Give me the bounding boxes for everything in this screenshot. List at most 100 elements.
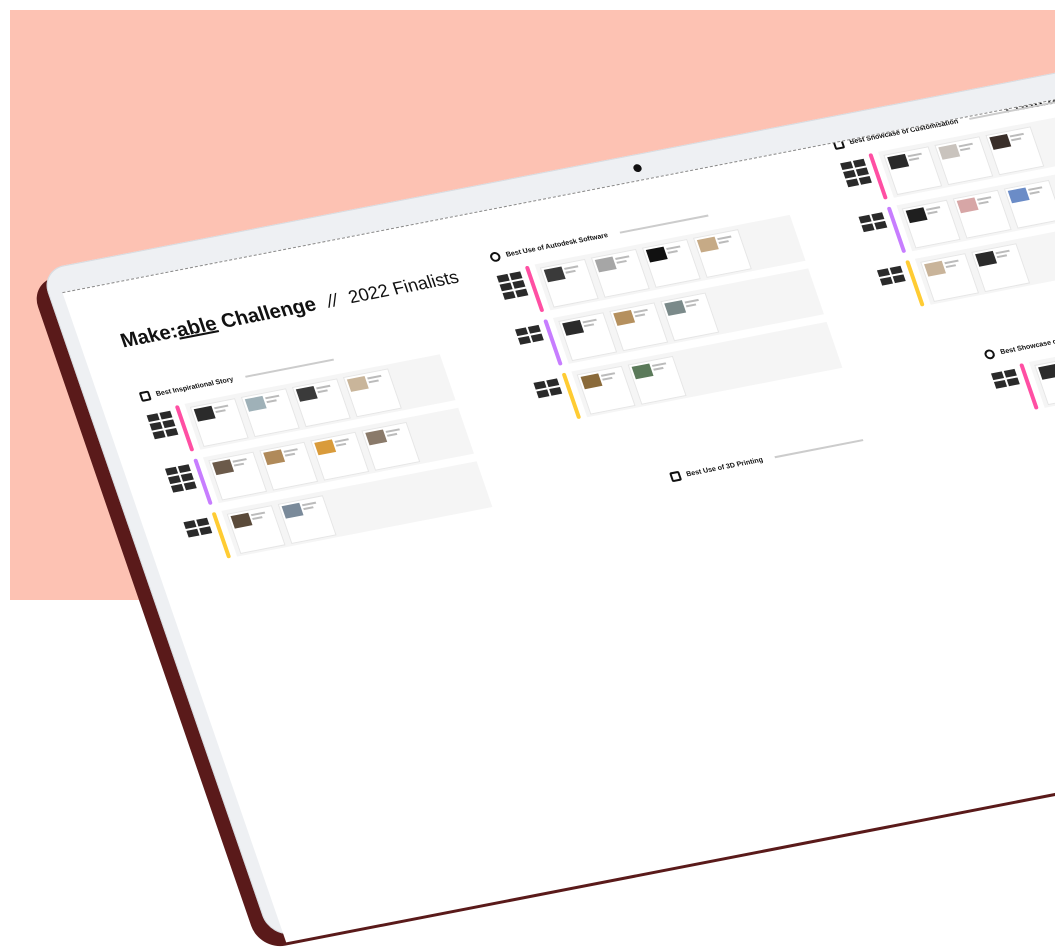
avatar bbox=[196, 517, 210, 527]
text-line bbox=[385, 428, 400, 433]
project-thumbnail bbox=[887, 153, 910, 170]
project-thumbnail bbox=[938, 143, 961, 160]
finalist-card[interactable] bbox=[342, 368, 402, 418]
text-line bbox=[616, 259, 627, 264]
finalist-card[interactable] bbox=[310, 431, 370, 481]
avatar bbox=[861, 223, 875, 233]
avatar-grid bbox=[146, 410, 181, 440]
project-thumbnail bbox=[346, 376, 369, 392]
text-line bbox=[583, 323, 595, 328]
finalist-card[interactable] bbox=[692, 229, 752, 278]
text-line bbox=[600, 372, 616, 377]
text-line bbox=[634, 313, 646, 318]
finalist-card[interactable] bbox=[883, 146, 943, 196]
avatar bbox=[846, 178, 860, 188]
section-note bbox=[969, 100, 1055, 120]
finalist-card[interactable] bbox=[277, 495, 337, 545]
project-thumbnail bbox=[1007, 187, 1030, 204]
avatar bbox=[149, 421, 163, 431]
text-line bbox=[334, 438, 349, 443]
text-line bbox=[717, 235, 732, 241]
text-line bbox=[667, 250, 678, 254]
finalist-card[interactable] bbox=[985, 126, 1045, 176]
text-line bbox=[908, 157, 920, 162]
finalist-card[interactable] bbox=[558, 312, 618, 362]
finalist-card[interactable] bbox=[934, 136, 994, 186]
autodesk-icon bbox=[488, 251, 502, 263]
section-customisation: Best Showcase of Customisation bbox=[832, 81, 1055, 312]
avatar bbox=[496, 273, 510, 283]
section-label: Best Showcase of Ne bbox=[999, 335, 1055, 356]
avatar-grid bbox=[515, 324, 546, 345]
section-note bbox=[619, 214, 709, 234]
circle-icon bbox=[983, 348, 997, 361]
avatar bbox=[146, 413, 160, 423]
finalist-card[interactable] bbox=[660, 292, 720, 342]
text-line bbox=[1009, 132, 1025, 138]
finalist-card[interactable] bbox=[952, 189, 1012, 239]
avatar bbox=[840, 161, 854, 171]
project-thumbnail bbox=[613, 309, 636, 326]
text-line bbox=[283, 448, 298, 453]
section-note bbox=[774, 439, 864, 459]
project-thumbnail bbox=[314, 439, 337, 456]
avatar bbox=[527, 324, 541, 334]
avatar bbox=[183, 481, 197, 491]
avatar bbox=[536, 389, 550, 399]
avatar-grid bbox=[533, 378, 564, 399]
finalist-card[interactable] bbox=[291, 378, 351, 428]
avatar bbox=[533, 380, 547, 390]
text-line bbox=[996, 254, 1008, 259]
avatar bbox=[858, 214, 872, 224]
finalist-card[interactable] bbox=[539, 258, 599, 308]
finalist-card[interactable] bbox=[609, 302, 669, 352]
finalist-card[interactable] bbox=[361, 421, 421, 471]
avatar bbox=[183, 520, 197, 529]
finalist-card[interactable] bbox=[259, 441, 319, 491]
section-label: Best Use of 3D Printing bbox=[685, 456, 764, 478]
project-thumbnail bbox=[645, 246, 668, 263]
avatar-grid bbox=[858, 212, 890, 233]
project-thumbnail bbox=[924, 260, 946, 277]
avatar bbox=[990, 371, 1005, 381]
text-line bbox=[316, 384, 331, 390]
project-thumbnail bbox=[631, 363, 654, 380]
avatar bbox=[876, 268, 891, 277]
avatar bbox=[843, 169, 857, 179]
finalist-card[interactable] bbox=[920, 253, 980, 303]
text-line bbox=[233, 462, 245, 467]
section-autodesk-software: Best Use of Autodesk Software bbox=[488, 194, 843, 425]
finalist-card[interactable] bbox=[590, 248, 650, 298]
project-thumbnail bbox=[263, 449, 286, 466]
finalist-card[interactable] bbox=[189, 398, 249, 448]
finalist-card[interactable] bbox=[240, 388, 300, 438]
avatar bbox=[515, 327, 529, 337]
printer-icon bbox=[669, 470, 683, 483]
text-line bbox=[945, 264, 957, 269]
text-line bbox=[317, 389, 328, 394]
avatar bbox=[509, 271, 523, 281]
text-line bbox=[1010, 137, 1022, 142]
finalist-card[interactable] bbox=[641, 238, 701, 288]
finalist-card[interactable] bbox=[576, 365, 636, 415]
finalist-card[interactable] bbox=[1034, 356, 1055, 406]
avatar bbox=[889, 265, 903, 275]
avatar bbox=[152, 430, 166, 440]
finalist-card[interactable] bbox=[627, 355, 687, 405]
avatar bbox=[879, 276, 893, 286]
finalist-card[interactable] bbox=[901, 199, 961, 249]
project-thumbnail bbox=[594, 256, 617, 273]
project-thumbnail bbox=[212, 459, 235, 476]
avatar bbox=[546, 378, 560, 388]
text-line bbox=[976, 196, 992, 201]
section-header: Best Use of 3D Printing bbox=[668, 414, 967, 485]
text-line bbox=[1028, 186, 1043, 191]
finalist-card[interactable] bbox=[226, 505, 286, 554]
chess-icon bbox=[832, 138, 846, 151]
section-note bbox=[244, 358, 334, 378]
finalist-card[interactable] bbox=[1003, 179, 1055, 229]
finalist-card[interactable] bbox=[971, 243, 1031, 293]
section-label: Best Inspirational Story bbox=[154, 375, 235, 398]
finalist-card[interactable] bbox=[208, 451, 268, 501]
booth-icon bbox=[138, 390, 152, 402]
